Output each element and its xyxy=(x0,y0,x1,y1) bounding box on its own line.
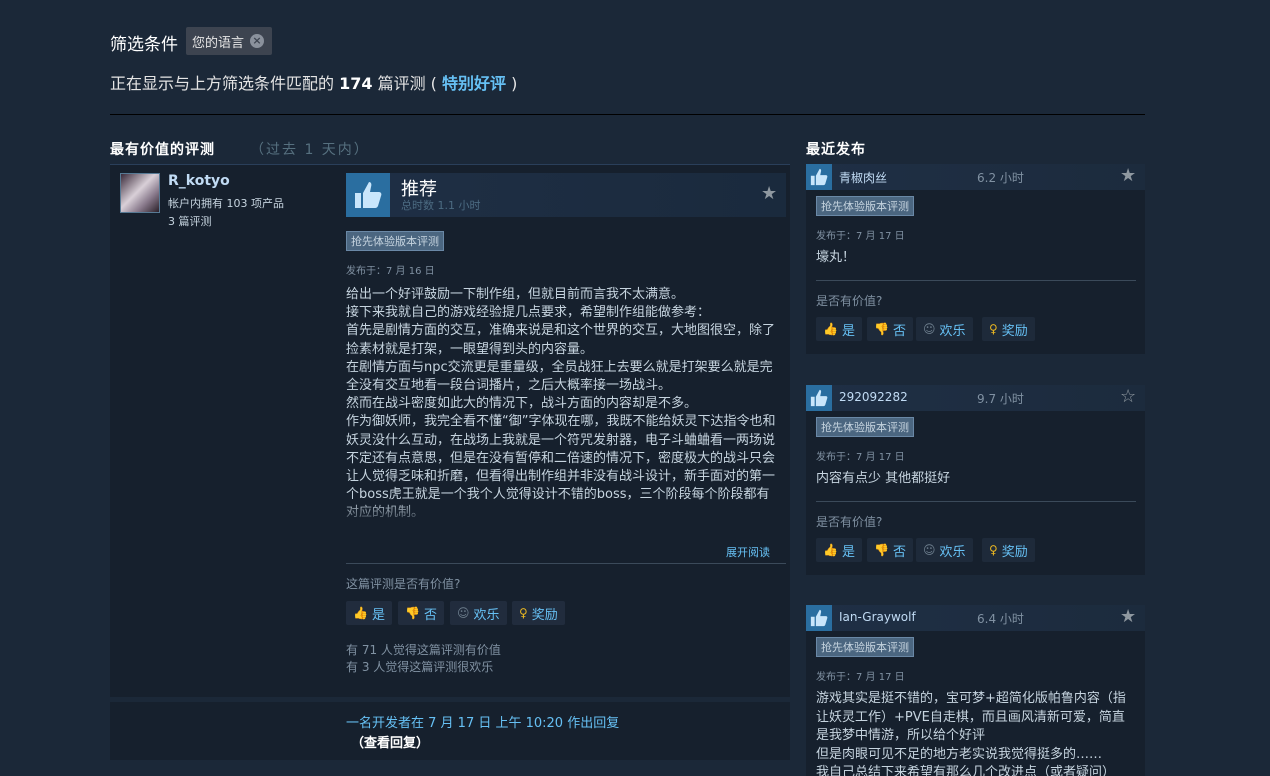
smiley-icon: ☺ xyxy=(923,322,936,336)
review-count: 174 xyxy=(339,74,373,93)
vote-yes-button[interactable]: 👍 是 xyxy=(816,317,862,341)
thumbs-up-icon: 👍 xyxy=(353,606,368,620)
thumbs-up-icon xyxy=(806,164,832,190)
helpful-question: 是否有价值? xyxy=(816,515,883,529)
vote-no-label: 否 xyxy=(423,607,437,623)
helpful-question: 这篇评测是否有价值? xyxy=(346,577,461,591)
vote-no-button[interactable]: 👎 否 xyxy=(867,538,913,562)
language-filter-chip[interactable]: 您的语言 × xyxy=(186,27,273,55)
matching-summary: 正在显示与上方筛选条件匹配的 174 篇评测 ( 特别好评 ) xyxy=(110,70,517,94)
vote-funny-button[interactable]: ☺ 欢乐 xyxy=(916,317,973,341)
read-more-link[interactable]: 展开阅读 xyxy=(726,544,770,560)
recent-review-card: 292092282 9.7 小时 ☆ 抢先体验版本评测 发布于：7 月 17 日… xyxy=(806,385,1145,575)
matching-prefix: 正在显示与上方筛选条件匹配的 xyxy=(110,74,340,93)
thumbs-up-icon xyxy=(346,173,390,217)
divider xyxy=(816,501,1136,502)
thumbs-down-icon: 👎 xyxy=(874,543,889,557)
star-outline-icon[interactable]: ☆ xyxy=(1120,386,1136,407)
vote-no-label: 否 xyxy=(892,544,906,560)
vote-yes-button[interactable]: 👍 是 xyxy=(816,538,862,562)
review-body: 给出一个好评鼓励一下制作组，但就目前而言我不太满意。 接下来我就自己的游戏经验提… xyxy=(346,287,776,520)
reviewer-name[interactable]: R_kotyo xyxy=(168,173,230,189)
view-reply-link[interactable]: （查看回复） xyxy=(351,732,429,751)
vote-yes-button[interactable]: 👍 是 xyxy=(346,601,392,625)
chip-label: 您的语言 xyxy=(192,35,245,51)
star-icon[interactable]: ★ xyxy=(1120,165,1136,186)
recent-review-card: Ian-Graywolf 6.4 小时 ★ 抢先体验版本评测 发布于：7 月 1… xyxy=(806,605,1145,776)
award-label: 奖励 xyxy=(1001,323,1028,339)
playtime-hours: 总时数 1.1 小时 xyxy=(401,199,481,212)
award-icon: ♀ xyxy=(989,543,998,557)
vote-funny-label: 欢乐 xyxy=(939,544,966,560)
reviewer-products[interactable]: 帐户内拥有 103 项产品 xyxy=(168,195,284,211)
vote-funny-button[interactable]: ☺ 欢乐 xyxy=(450,601,507,625)
divider xyxy=(816,280,1136,281)
vote-funny-label: 欢乐 xyxy=(939,323,966,339)
review-summary-link[interactable]: 特别好评 xyxy=(442,74,506,93)
posted-date: 发布于：7 月 16 日 xyxy=(346,266,435,277)
thumbs-down-icon: 👎 xyxy=(405,606,420,620)
close-icon[interactable]: × xyxy=(250,34,265,48)
recent-reviewer-name[interactable]: 青椒肉丝 xyxy=(839,169,887,186)
vote-no-label: 否 xyxy=(892,323,906,339)
matching-suffix: ) xyxy=(506,74,518,93)
recent-review-text: 内容有点少 其他都挺好 xyxy=(816,471,951,486)
award-button[interactable]: ♀ 奖励 xyxy=(982,538,1035,562)
avatar[interactable] xyxy=(120,173,160,213)
early-access-tag: 抢先体验版本评测 xyxy=(816,196,914,216)
recent-reviewer-name[interactable]: Ian-Graywolf xyxy=(839,610,916,624)
recent-playtime: 6.4 小时 xyxy=(977,612,1024,626)
star-icon[interactable]: ★ xyxy=(1120,606,1136,627)
award-icon: ♀ xyxy=(989,322,998,336)
award-button[interactable]: ♀ 奖励 xyxy=(982,317,1035,341)
recent-reviewer-name[interactable]: 292092282 xyxy=(839,390,908,404)
thumbs-up-icon: 👍 xyxy=(823,322,838,336)
thumbs-down-icon: 👎 xyxy=(874,322,889,336)
matching-middle: 篇评测 ( xyxy=(372,74,443,93)
text-fade xyxy=(346,500,778,528)
review-text: 给出一个好评鼓励一下制作组，但就目前而言我不太满意。 接下来我就自己的游戏经验提… xyxy=(346,286,778,524)
vote-yes-label: 是 xyxy=(841,544,855,560)
posted-date: 发布于：7 月 17 日 xyxy=(816,231,905,242)
smiley-icon: ☺ xyxy=(457,606,470,620)
recent-playtime: 9.7 小时 xyxy=(977,392,1024,406)
recent-review-text: 壕丸！ xyxy=(816,250,856,265)
most-helpful-title: 最有价值的评测 xyxy=(110,142,215,158)
developer-reply-box xyxy=(110,702,790,760)
star-icon[interactable]: ★ xyxy=(761,183,777,204)
thumbs-up-icon xyxy=(806,385,832,411)
award-label: 奖励 xyxy=(1001,544,1028,560)
posted-date: 发布于：7 月 17 日 xyxy=(816,672,905,683)
vote-no-button[interactable]: 👎 否 xyxy=(867,317,913,341)
reviewer-review-count[interactable]: 3 篇评测 xyxy=(168,213,212,229)
posted-date: 发布于：7 月 17 日 xyxy=(816,452,905,463)
helpful-question: 是否有价值? xyxy=(816,294,883,308)
vote-funny-button[interactable]: ☺ 欢乐 xyxy=(916,538,973,562)
early-access-tag: 抢先体验版本评测 xyxy=(346,231,444,251)
early-access-tag: 抢先体验版本评测 xyxy=(816,417,914,437)
helpful-votes: 有 71 人觉得这篇评测有价值 xyxy=(346,643,501,657)
thumbs-up-icon: 👍 xyxy=(823,543,838,557)
most-helpful-subtitle: （过去 1 天内） xyxy=(250,142,370,158)
vote-funny-label: 欢乐 xyxy=(473,607,500,623)
award-button[interactable]: ♀ 奖励 xyxy=(512,601,565,625)
divider xyxy=(346,563,786,564)
early-access-tag: 抢先体验版本评测 xyxy=(816,637,914,657)
developer-reply[interactable]: 一名开发者在 7 月 17 日 上午 10:20 作出回复 xyxy=(346,712,619,731)
vote-no-button[interactable]: 👎 否 xyxy=(398,601,444,625)
recent-review-card: 青椒肉丝 6.2 小时 ★ 抢先体验版本评测 发布于：7 月 17 日 壕丸！ … xyxy=(806,164,1145,354)
award-label: 奖励 xyxy=(531,607,558,623)
funny-votes: 有 3 人觉得这篇评测很欢乐 xyxy=(346,660,494,674)
vote-yes-label: 是 xyxy=(371,607,385,623)
smiley-icon: ☺ xyxy=(923,543,936,557)
recent-playtime: 6.2 小时 xyxy=(977,171,1024,185)
vote-yes-label: 是 xyxy=(841,323,855,339)
recent-title: 最近发布 xyxy=(806,142,866,158)
thumbs-up-icon xyxy=(806,605,832,631)
recent-review-text: 游戏其实是挺不错的，宝可梦+超简化版帕鲁内容（指让妖灵工作）+PVE自走棋，而且… xyxy=(816,691,1126,776)
divider xyxy=(110,114,1145,115)
filter-label: 筛选条件 xyxy=(110,35,178,55)
award-icon: ♀ xyxy=(519,606,528,620)
